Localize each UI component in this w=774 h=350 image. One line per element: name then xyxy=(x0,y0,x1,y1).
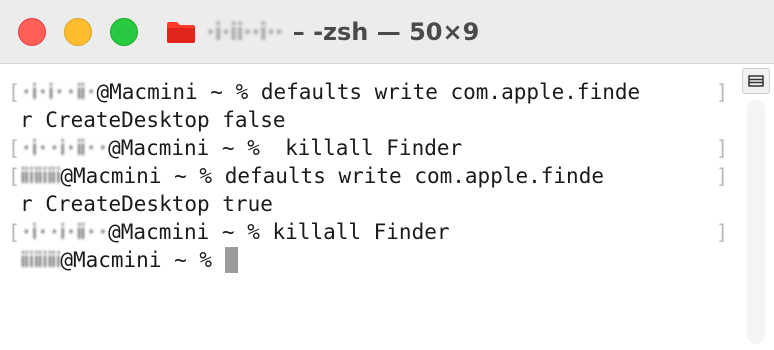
line-end-marker: ] xyxy=(716,220,729,244)
terminal-output[interactable]: [ ·ⅰ·ⅰ··ⅱ·@Macmini ~ % defaults write co… xyxy=(0,64,740,350)
line-text: @Macmini ~ % defaults write com.apple.fi… xyxy=(60,164,604,188)
line-start-marker: [ xyxy=(8,220,21,244)
terminal-line: ·ⅰ··ⅰ·ⅱ··@Macmini ~ % killall Finder xyxy=(20,218,450,246)
line-start-marker: [ xyxy=(8,164,21,188)
username-redacted: ·ⅰ··ⅰ·ⅱ·· xyxy=(20,136,109,160)
close-window-button[interactable] xyxy=(18,18,46,46)
terminal-line: r CreateDesktop false xyxy=(20,106,286,134)
window-title: ·ⅰ·ⅱ··ⅰ·· – -zsh — 50×9 xyxy=(166,14,479,50)
line-end-marker: ] xyxy=(716,80,729,104)
terminal-line: ⅱⅰⅱⅰⅱⅰ@Macmini ~ % defaults write com.ap… xyxy=(20,162,604,190)
title-bar: ·ⅰ·ⅱ··ⅰ·· – -zsh — 50×9 xyxy=(0,0,774,64)
terminal-line: r CreateDesktop true xyxy=(20,190,273,218)
line-start-marker: [ xyxy=(8,136,21,160)
username-redacted: ·ⅰ·ⅰ··ⅱ· xyxy=(20,80,97,104)
text-cursor xyxy=(224,247,238,273)
split-pane-icon xyxy=(748,75,764,87)
split-pane-button[interactable] xyxy=(742,68,770,94)
zoom-window-button[interactable] xyxy=(110,18,138,46)
terminal-line: ·ⅰ·ⅰ··ⅱ·@Macmini ~ % defaults write com.… xyxy=(20,78,640,106)
line-text: @Macmini ~ % defaults write com.apple.fi… xyxy=(96,80,641,104)
username-redacted: ⅱⅰⅱⅰⅱⅰ xyxy=(20,164,61,188)
line-start-marker: [ xyxy=(8,80,21,104)
line-end-marker: ] xyxy=(716,164,729,188)
line-end-marker: ] xyxy=(716,136,729,160)
title-username-redacted: ·ⅰ·ⅱ··ⅰ·· xyxy=(206,18,284,46)
minimize-window-button[interactable] xyxy=(64,18,92,46)
terminal-prompt-line[interactable]: ⅱⅰⅱⅰⅱⅰ@Macmini ~ % xyxy=(20,246,238,274)
username-redacted: ⅱⅰⅱⅰⅱⅰ xyxy=(20,248,61,272)
username-redacted: ·ⅰ··ⅰ·ⅱ·· xyxy=(20,220,109,244)
terminal-line: ·ⅰ··ⅰ·ⅱ··@Macmini ~ % killall Finder xyxy=(20,134,462,162)
line-text: @Macmini ~ % xyxy=(60,248,225,272)
line-text: r CreateDesktop false xyxy=(20,108,286,132)
line-text: @Macmini ~ % killall Finder xyxy=(108,136,463,160)
line-text: r CreateDesktop true xyxy=(20,192,273,216)
line-text: @Macmini ~ % killall Finder xyxy=(108,220,450,244)
vertical-scrollbar[interactable] xyxy=(747,100,765,344)
folder-icon xyxy=(167,22,195,43)
title-text: – -zsh — 50×9 xyxy=(292,18,480,46)
